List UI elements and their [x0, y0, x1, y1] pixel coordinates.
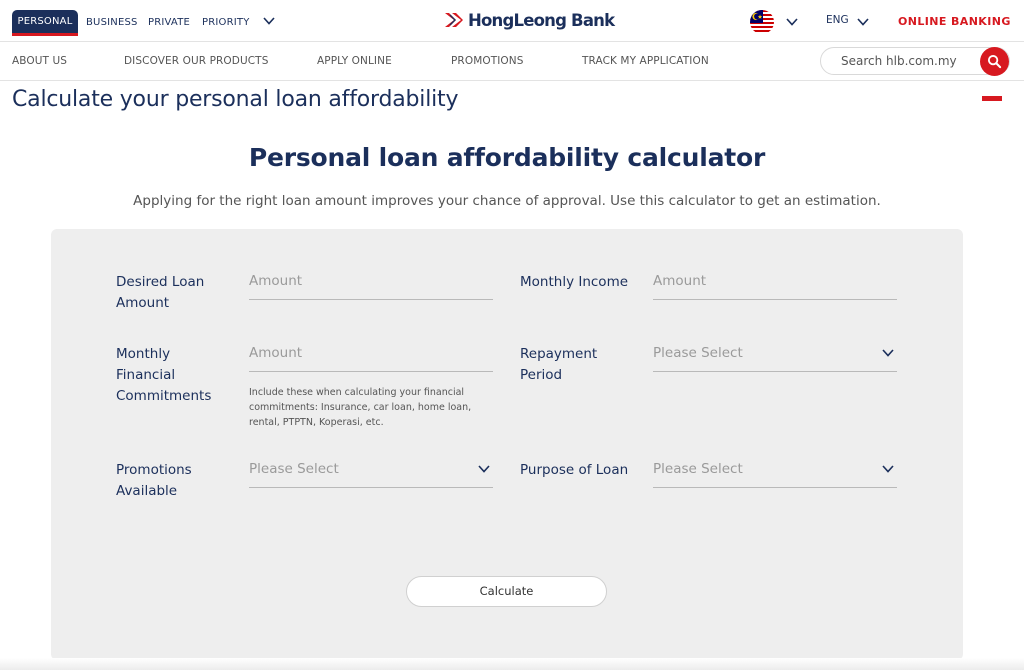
calculate-button[interactable]: Calculate	[406, 576, 607, 607]
language-chevron-down-icon[interactable]	[856, 15, 870, 29]
page-title: Calculate your personal loan affordabili…	[12, 87, 459, 112]
nav-discover-products[interactable]: DISCOVER OUR PRODUCTS	[124, 55, 268, 67]
calculator-title: Personal loan affordability calculator	[248, 143, 766, 172]
desired-loan-field	[249, 270, 493, 300]
malaysia-flag-icon[interactable]	[750, 10, 774, 34]
purpose-of-loan-placeholder: Please Select	[653, 461, 743, 477]
nav-promotions[interactable]: PROMOTIONS	[451, 55, 524, 67]
repayment-period-placeholder: Please Select	[653, 345, 743, 361]
repayment-period-select[interactable]: Please Select	[653, 342, 897, 372]
purpose-of-loan-label: Purpose of Loan	[520, 462, 629, 478]
flag-chevron-down-icon[interactable]	[785, 15, 799, 29]
search-icon	[987, 54, 1002, 69]
chevron-down-icon	[882, 465, 894, 473]
search-button[interactable]	[980, 47, 1009, 76]
nav-track-application[interactable]: TRACK MY APPLICATION	[582, 55, 709, 67]
calculator-subtitle: Applying for the right loan amount impro…	[133, 193, 881, 209]
commitments-field	[249, 342, 493, 372]
main-nav: ABOUT US DISCOVER OUR PRODUCTS APPLY ONL…	[0, 42, 1024, 81]
segment-business[interactable]: BUSINESS	[86, 10, 138, 36]
segments-chevron-down-icon[interactable]	[262, 14, 276, 28]
commitments-hint: Include these when calculating your fina…	[249, 387, 472, 428]
monthly-income-field	[653, 270, 897, 300]
nav-about-us[interactable]: ABOUT US	[12, 55, 67, 67]
logo-text: HongLeong Bank	[468, 10, 615, 30]
nav-apply-online[interactable]: APPLY ONLINE	[317, 55, 392, 67]
desired-loan-input[interactable]	[249, 270, 493, 292]
commitments-input[interactable]	[249, 342, 493, 364]
top-bar: PERSONAL BUSINESS PRIVATE PRIORITY HongL…	[0, 0, 1024, 42]
segment-personal[interactable]: PERSONAL	[12, 10, 78, 36]
purpose-of-loan-select[interactable]: Please Select	[653, 458, 897, 488]
collapse-minus-icon[interactable]	[982, 96, 1002, 101]
online-banking-link[interactable]: ONLINE BANKING	[898, 15, 1011, 28]
logo-icon	[445, 13, 463, 27]
search-input[interactable]	[841, 54, 976, 68]
desired-loan-label: Desired Loan Amount	[116, 274, 205, 311]
page-bottom-divider	[0, 658, 1024, 670]
promotions-placeholder: Please Select	[249, 461, 339, 477]
commitments-label: Monthly Financial Commitments	[116, 346, 212, 404]
calculator-panel: Desired Loan Amount Monthly Income Month…	[51, 229, 963, 660]
language-selector[interactable]: ENG	[826, 14, 849, 26]
segment-private[interactable]: PRIVATE	[148, 10, 190, 36]
hong-leong-logo[interactable]: HongLeong Bank	[443, 8, 615, 32]
monthly-income-label: Monthly Income	[520, 274, 629, 290]
promotions-select[interactable]: Please Select	[249, 458, 493, 488]
repayment-period-label: Repayment Period	[520, 346, 598, 383]
monthly-income-input[interactable]	[653, 270, 897, 292]
chevron-down-icon	[882, 349, 894, 357]
segment-priority[interactable]: PRIORITY	[202, 10, 250, 36]
chevron-down-icon	[478, 465, 490, 473]
promotions-label: Promotions Available	[116, 462, 192, 499]
